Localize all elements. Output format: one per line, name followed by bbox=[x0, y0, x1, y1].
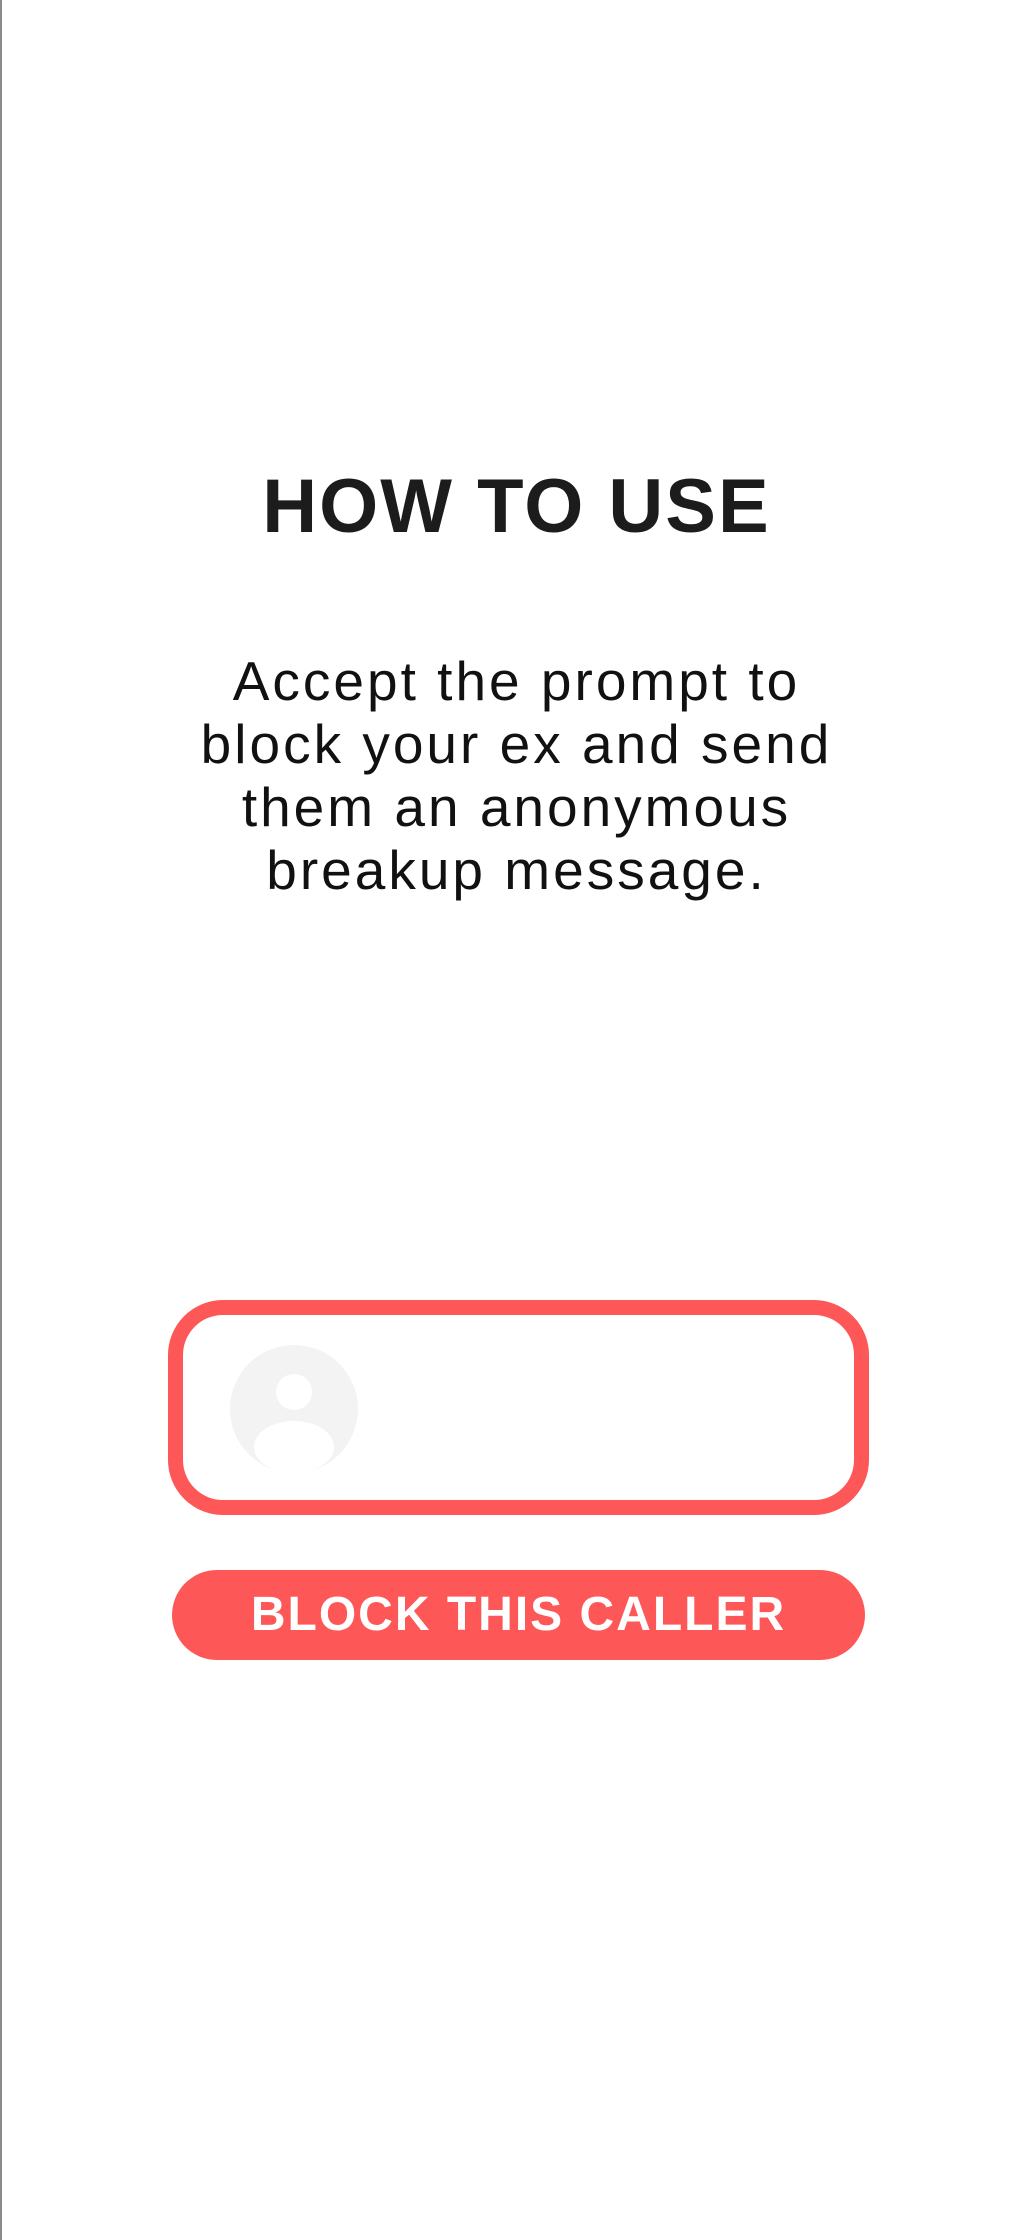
person-silhouette-icon bbox=[254, 1374, 334, 1473]
page-title: HOW TO USE bbox=[262, 464, 771, 549]
avatar bbox=[230, 1345, 358, 1473]
left-edge-divider bbox=[0, 0, 2, 2240]
caller-card bbox=[168, 1300, 869, 1515]
instructions-text: Accept the prompt to block your ex and s… bbox=[200, 650, 833, 901]
block-caller-button[interactable]: BLOCK THIS CALLER bbox=[172, 1570, 865, 1660]
